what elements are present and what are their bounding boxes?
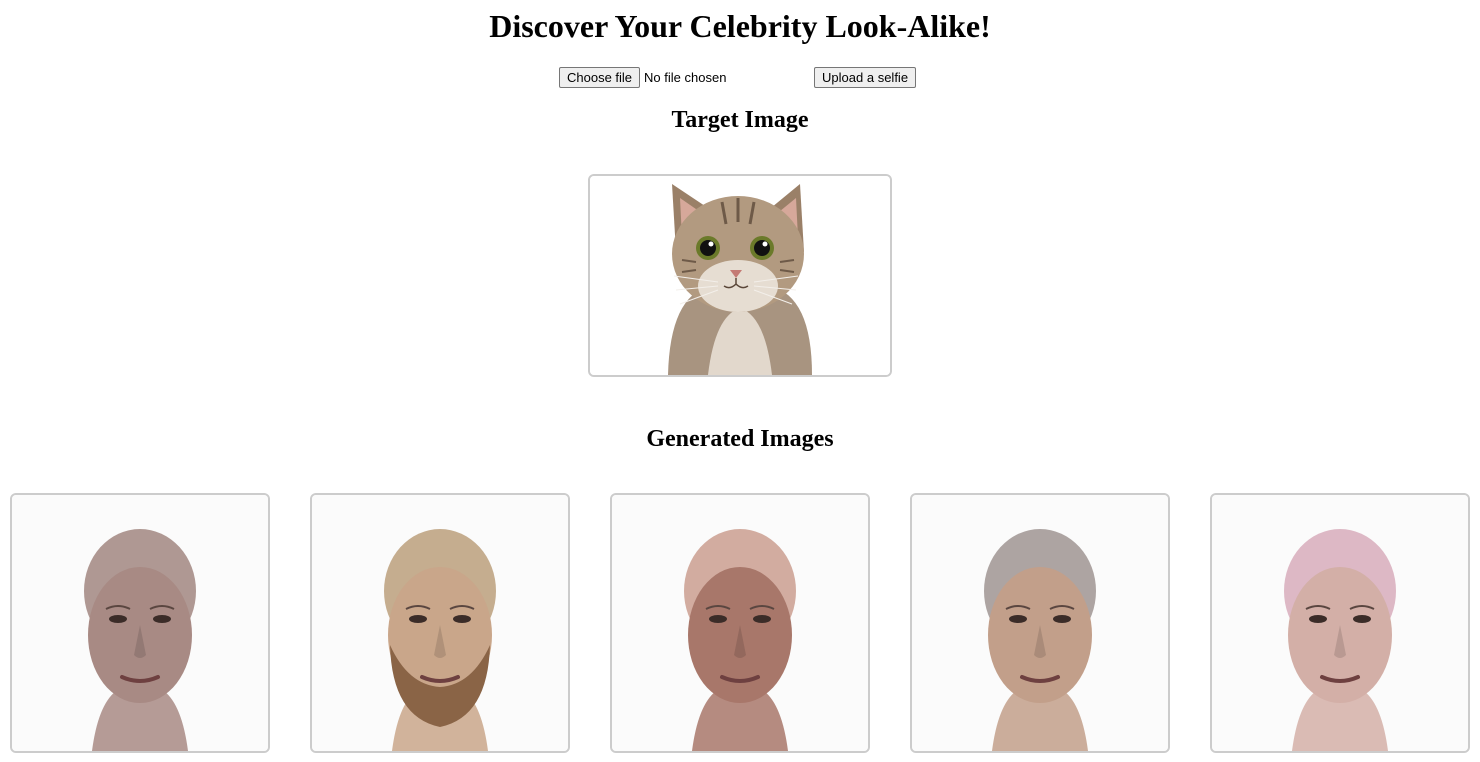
generated-images-heading: Generated Images (646, 426, 834, 452)
page-title: Discover Your Celebrity Look-Alike! (489, 8, 991, 44)
face-photo (612, 495, 868, 751)
generated-image[interactable] (910, 493, 1170, 753)
face-photo (12, 495, 268, 751)
face-photo (312, 495, 568, 751)
upload-selfie-button[interactable]: Upload a selfie (814, 66, 917, 88)
face-photo (912, 495, 1168, 751)
upload-form: Choose file No file chosen Upload a self… (559, 66, 917, 88)
generated-image[interactable] (10, 493, 270, 753)
choose-file-button[interactable]: Choose file (559, 66, 641, 88)
file-status-text: No file chosen (644, 69, 727, 85)
page: Discover Your Celebrity Look-Alike! Choo… (0, 0, 1480, 762)
generated-image[interactable] (610, 493, 870, 753)
target-image-heading: Target Image (671, 107, 809, 133)
generated-image[interactable] (1210, 493, 1470, 753)
face-photo (1212, 495, 1468, 751)
generated-image[interactable] (310, 493, 570, 753)
target-image (588, 174, 892, 377)
cat-photo (590, 176, 890, 375)
